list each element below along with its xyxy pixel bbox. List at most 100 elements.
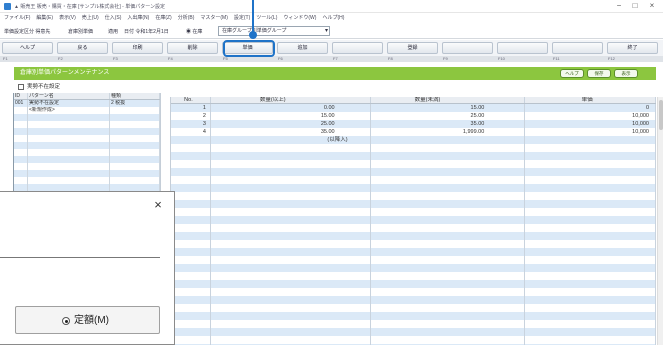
table-row-empty[interactable] [171,256,656,264]
empty-cell[interactable] [110,114,160,121]
empty-cell[interactable] [211,256,371,264]
table-row[interactable]: 1 0.00 15.00 0 [171,104,656,112]
table-row-empty[interactable] [171,216,656,224]
table-row-empty[interactable] [14,121,160,128]
table-row-empty[interactable] [171,176,656,184]
menu-settings[interactable]: 設定(T) [234,15,250,21]
empty-cell[interactable] [371,168,526,176]
stock-radio[interactable]: ◉ 在庫 [186,28,202,35]
empty-cell[interactable] [171,328,211,336]
table-row-empty[interactable] [171,280,656,288]
empty-cell[interactable] [171,192,211,200]
qty-to-cell[interactable]: 1,999.00 [371,128,526,136]
empty-cell[interactable] [171,304,211,312]
empty-cell[interactable] [525,264,656,272]
empty-cell[interactable] [525,184,656,192]
table-row-empty[interactable] [14,114,160,121]
table-row-empty[interactable] [171,208,656,216]
empty-cell[interactable] [28,156,110,163]
price-cell[interactable]: 0 [525,104,656,112]
maximize-button[interactable]: □ [628,1,642,11]
table-row-empty[interactable] [14,156,160,163]
empty-cell[interactable] [371,248,526,256]
menu-sales[interactable]: 売上(U) [82,15,99,21]
empty-cell[interactable] [371,336,526,344]
table-row-empty[interactable] [171,264,656,272]
empty-cell[interactable] [110,156,160,163]
empty-cell[interactable] [525,288,656,296]
header-qty-from[interactable]: 数量(以上) [211,97,371,103]
empty-cell[interactable] [211,152,371,160]
empty-cell[interactable] [211,144,371,152]
empty-cell[interactable] [14,156,28,163]
table-row[interactable]: 001 実勢不在設定 2 税抜 [14,100,160,107]
fkey-delete-button[interactable]: 削除 [167,42,218,54]
empty-cell[interactable] [211,248,371,256]
minimize-button[interactable]: − [612,1,626,11]
qty-to-cell[interactable]: 15.00 [371,104,526,112]
empty-cell[interactable] [171,176,211,184]
empty-cell[interactable] [211,176,371,184]
empty-cell[interactable] [171,296,211,304]
menu-file[interactable]: ファイル(F) [4,15,30,21]
empty-cell[interactable] [110,142,160,149]
empty-cell[interactable] [28,184,110,191]
empty-cell[interactable] [525,168,656,176]
table-row-empty[interactable] [171,160,656,168]
empty-cell[interactable] [14,170,28,177]
empty-cell[interactable] [371,320,526,328]
price-cell[interactable]: 10,000 [525,128,656,136]
dialog-input-field[interactable] [0,232,160,258]
empty-cell[interactable] [525,320,656,328]
empty-cell[interactable] [525,336,656,344]
panel-help-button[interactable]: ヘルプ [560,69,584,78]
table-row-empty[interactable] [171,272,656,280]
empty-cell[interactable] [171,288,211,296]
empty-cell[interactable] [171,232,211,240]
empty-cell[interactable] [371,184,526,192]
empty-cell[interactable] [171,224,211,232]
table-row-empty[interactable] [14,149,160,156]
empty-cell[interactable] [525,328,656,336]
empty-cell[interactable] [371,144,526,152]
fkey-back-button[interactable]: 戻る [57,42,108,54]
empty-cell[interactable] [110,121,160,128]
empty-cell[interactable] [14,114,28,121]
table-row-empty[interactable] [171,224,656,232]
empty-cell[interactable] [525,176,656,184]
empty-cell[interactable] [14,135,28,142]
empty-cell[interactable] [371,192,526,200]
menu-edit[interactable]: 編集(E) [36,15,53,21]
fkey-register-button[interactable]: 登録 [387,42,438,54]
empty-cell[interactable] [211,232,371,240]
panel-display-button[interactable]: 表示 [614,69,638,78]
empty-cell[interactable] [28,142,110,149]
empty-cell[interactable] [171,248,211,256]
empty-cell[interactable] [171,152,211,160]
empty-cell[interactable] [371,280,526,288]
empty-cell[interactable] [171,336,211,344]
header-type[interactable]: 種類 [110,93,160,99]
empty-cell[interactable] [211,216,371,224]
qty-to-cell[interactable]: 35.00 [371,120,526,128]
empty-cell[interactable] [525,208,656,216]
empty-cell[interactable] [14,163,28,170]
fixed-amount-option[interactable]: 定額(M) [15,306,160,334]
table-row-empty[interactable] [171,152,656,160]
empty-cell[interactable] [371,256,526,264]
empty-cell[interactable] [211,240,371,248]
empty-cell[interactable] [14,121,28,128]
empty-cell[interactable] [211,320,371,328]
table-row-empty[interactable] [171,248,656,256]
empty-cell[interactable] [525,312,656,320]
empty-cell[interactable] [211,296,371,304]
panel-save-button[interactable]: 保存 [587,69,611,78]
empty-cell[interactable] [171,312,211,320]
empty-cell[interactable] [28,128,110,135]
header-qty-to[interactable]: 数量(未満) [371,97,526,103]
empty-cell[interactable] [171,160,211,168]
empty-cell[interactable] [28,149,110,156]
empty-cell[interactable] [371,296,526,304]
empty-cell[interactable] [171,200,211,208]
menu-master[interactable]: マスター(M) [200,15,228,21]
